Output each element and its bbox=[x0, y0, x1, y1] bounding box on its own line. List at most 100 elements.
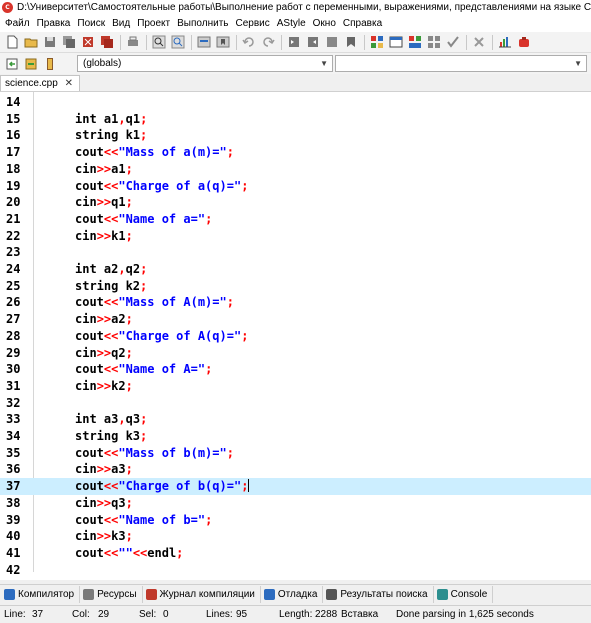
code-line[interactable]: 14 bbox=[0, 94, 591, 111]
code-token: cout bbox=[75, 211, 104, 226]
new-class-button[interactable] bbox=[23, 56, 39, 72]
save-all-button[interactable] bbox=[61, 34, 77, 50]
unindent-button[interactable] bbox=[305, 34, 321, 50]
code-token: cin bbox=[75, 345, 97, 360]
line-number: 21 bbox=[6, 211, 21, 226]
menu-help[interactable]: Справка bbox=[341, 18, 387, 29]
code-line[interactable]: 37 cout<<"Charge of b(q)="; bbox=[0, 478, 591, 495]
code-line[interactable]: 31 cin>>k2; bbox=[0, 378, 591, 395]
code-line[interactable]: 29 cin>>q2; bbox=[0, 345, 591, 362]
code-line[interactable]: 23 bbox=[0, 244, 591, 261]
close-icon[interactable]: ✕ bbox=[65, 76, 73, 91]
profile-button[interactable] bbox=[497, 34, 513, 50]
code-line[interactable]: 18 cin>>a1; bbox=[0, 161, 591, 178]
code-line[interactable]: 20 cin>>q1; bbox=[0, 194, 591, 211]
close-all-button[interactable] bbox=[99, 34, 115, 50]
code-line[interactable]: 28 cout<<"Charge of A(q)="; bbox=[0, 328, 591, 345]
member-dropdown[interactable]: ▼ bbox=[335, 55, 587, 72]
menu-file[interactable]: Файл bbox=[3, 18, 35, 29]
syntax-check-button[interactable] bbox=[445, 34, 461, 50]
string-token: "Mass of b(m)=" bbox=[118, 445, 227, 460]
code-line[interactable]: 15 int a1,q1; bbox=[0, 111, 591, 128]
goto-line-button[interactable] bbox=[196, 34, 212, 50]
menu-search[interactable]: Поиск bbox=[75, 18, 110, 29]
print-button[interactable] bbox=[125, 34, 141, 50]
code-line[interactable]: 35 cout<<"Mass of b(m)="; bbox=[0, 445, 591, 462]
code-line[interactable]: 27 cin>>a2; bbox=[0, 311, 591, 328]
line-number: 33 bbox=[6, 412, 21, 427]
code-line[interactable]: 33 int a3,q3; bbox=[0, 411, 591, 428]
line-number: 41 bbox=[6, 545, 21, 560]
code-line[interactable]: 38 cin>>q3; bbox=[0, 495, 591, 512]
indent-button[interactable] bbox=[286, 34, 302, 50]
menu-project[interactable]: Проект bbox=[135, 18, 175, 29]
code-text: cin>>a2; bbox=[75, 311, 133, 328]
toggle-comment-button[interactable] bbox=[324, 34, 340, 50]
open-file-button[interactable] bbox=[23, 34, 39, 50]
menu-window[interactable]: Окно bbox=[311, 18, 341, 29]
menu-astyle[interactable]: AStyle bbox=[275, 18, 311, 29]
line-number: 16 bbox=[6, 128, 21, 143]
code-line[interactable]: 24 int a2,q2; bbox=[0, 261, 591, 278]
menu-execute[interactable]: Выполнить bbox=[175, 18, 233, 29]
line-number: 42 bbox=[6, 562, 21, 577]
insert-button[interactable] bbox=[4, 56, 20, 72]
tab-compiler[interactable]: Компилятор bbox=[4, 585, 81, 603]
code-line[interactable]: 34 string k3; bbox=[0, 428, 591, 445]
compile-run-button[interactable] bbox=[407, 34, 423, 50]
scope-dropdown[interactable]: (globals) ▼ bbox=[77, 55, 333, 72]
code-line[interactable]: 19 cout<<"Charge of a(q)="; bbox=[0, 178, 591, 195]
goto-bookmark-button[interactable] bbox=[215, 34, 231, 50]
debug-icon bbox=[263, 588, 275, 600]
tab-console[interactable]: Console bbox=[436, 585, 494, 603]
string-token: "" bbox=[118, 545, 133, 560]
rebuild-button[interactable] bbox=[426, 34, 442, 50]
menu-edit[interactable]: Правка bbox=[35, 18, 76, 29]
menu-view[interactable]: Вид bbox=[110, 18, 135, 29]
operator-token: << bbox=[103, 145, 119, 160]
toolbar-separator bbox=[236, 34, 237, 50]
code-line[interactable]: 22 cin>>k1; bbox=[0, 228, 591, 245]
tab-search-results[interactable]: Результаты поиска bbox=[326, 585, 434, 603]
replace-button[interactable] bbox=[170, 34, 186, 50]
code-editor[interactable]: 14 15 int a1,q1; 16 string k1; 17 cout<<"Mass … bbox=[0, 91, 591, 580]
tab-science-cpp[interactable]: science.cpp ✕ bbox=[0, 75, 80, 91]
code-line[interactable]: 26 cout<<"Mass of A(m)="; bbox=[0, 294, 591, 311]
tab-compile-log[interactable]: Журнал компиляции bbox=[145, 585, 261, 603]
class-browser-button[interactable] bbox=[42, 56, 58, 72]
operator-token: ; bbox=[226, 145, 234, 160]
redo-button[interactable] bbox=[260, 34, 276, 50]
run-button[interactable] bbox=[388, 34, 404, 50]
tab-debug[interactable]: Отладка bbox=[263, 585, 324, 603]
code-line[interactable]: 30 cout<<"Name of A="; bbox=[0, 361, 591, 378]
code-token: string k3 bbox=[75, 429, 141, 443]
code-line[interactable]: 21 cout<<"Name of a="; bbox=[0, 211, 591, 228]
code-line[interactable]: 16 string k1; bbox=[0, 127, 591, 144]
new-file-button[interactable] bbox=[4, 34, 20, 50]
code-line[interactable]: 40 cin>>k3; bbox=[0, 528, 591, 545]
find-button[interactable] bbox=[151, 34, 167, 50]
tab-label: Компилятор bbox=[18, 588, 75, 600]
code-line[interactable]: 17 cout<<"Mass of a(m)="; bbox=[0, 144, 591, 161]
operator-token: ; bbox=[241, 178, 249, 193]
close-file-button[interactable] bbox=[80, 34, 96, 50]
code-line[interactable]: 41 cout<<""<<endl; bbox=[0, 545, 591, 562]
code-line[interactable]: 25 string k2; bbox=[0, 278, 591, 295]
code-text: string k1; bbox=[75, 127, 147, 144]
tab-resources[interactable]: Ресурсы bbox=[83, 585, 143, 603]
stop-execution-button[interactable] bbox=[471, 34, 487, 50]
string-token: "Charge of a(q)=" bbox=[118, 178, 242, 193]
line-number: 27 bbox=[6, 312, 21, 327]
debug-button[interactable] bbox=[516, 34, 532, 50]
menu-tools[interactable]: Сервис bbox=[234, 18, 275, 29]
code-line[interactable]: 32 bbox=[0, 395, 591, 412]
code-line[interactable]: 42 bbox=[0, 562, 591, 579]
save-button[interactable] bbox=[42, 34, 58, 50]
code-line[interactable]: 36 cin>>a3; bbox=[0, 461, 591, 478]
operator-token: << bbox=[103, 178, 119, 193]
code-line[interactable]: 39 cout<<"Name of b="; bbox=[0, 512, 591, 529]
compile-button[interactable] bbox=[369, 34, 385, 50]
line-number: 38 bbox=[6, 495, 21, 510]
bookmark-button[interactable] bbox=[343, 34, 359, 50]
undo-button[interactable] bbox=[241, 34, 257, 50]
